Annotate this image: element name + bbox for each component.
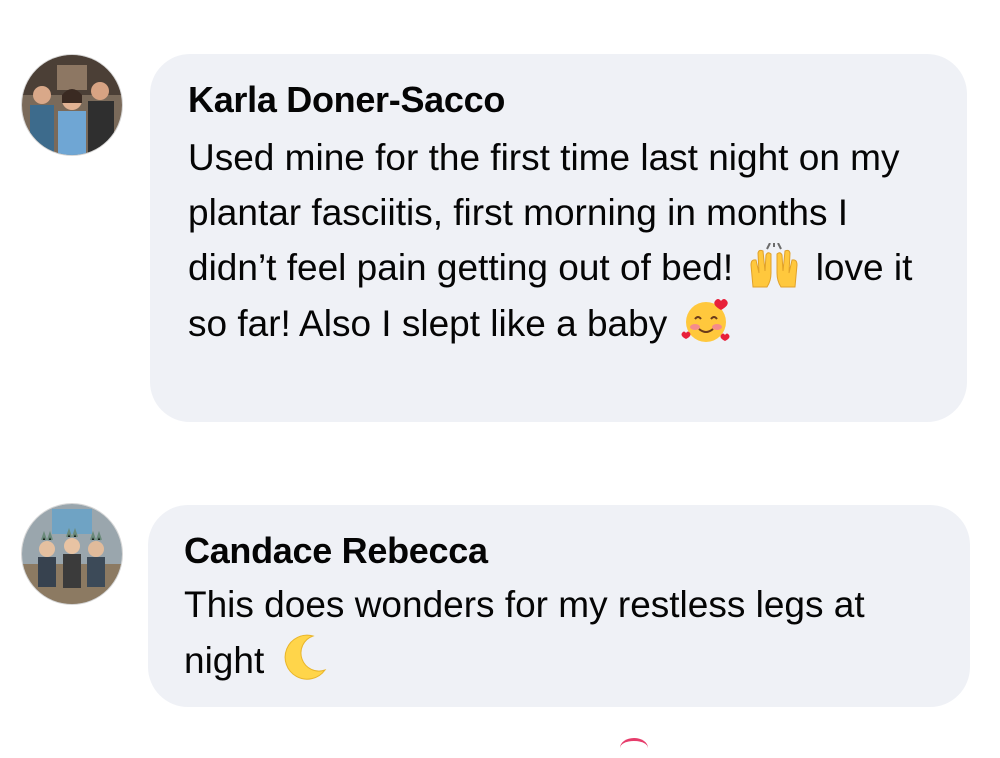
partial-reaction-icon (620, 738, 648, 758)
avatar[interactable] (22, 55, 122, 155)
comment-author-name[interactable]: Karla Doner-Sacco (188, 78, 937, 122)
comment-bubble: Candace Rebecca This does wonders for my… (148, 505, 970, 707)
avatar-photo-image (22, 504, 122, 604)
comment-text: Used mine for the first time last night … (188, 130, 937, 351)
crescent-moon-icon (279, 632, 329, 682)
raising-hands-icon (747, 243, 801, 289)
comment-bubble: Karla Doner-Sacco Used mine for the firs… (150, 54, 967, 422)
avatar[interactable] (22, 504, 122, 604)
smiling-face-with-hearts-icon (681, 295, 731, 345)
avatar-photo-image (22, 55, 122, 155)
comment-author-name[interactable]: Candace Rebecca (184, 529, 940, 573)
comment-text: This does wonders for my restless legs a… (184, 577, 940, 688)
